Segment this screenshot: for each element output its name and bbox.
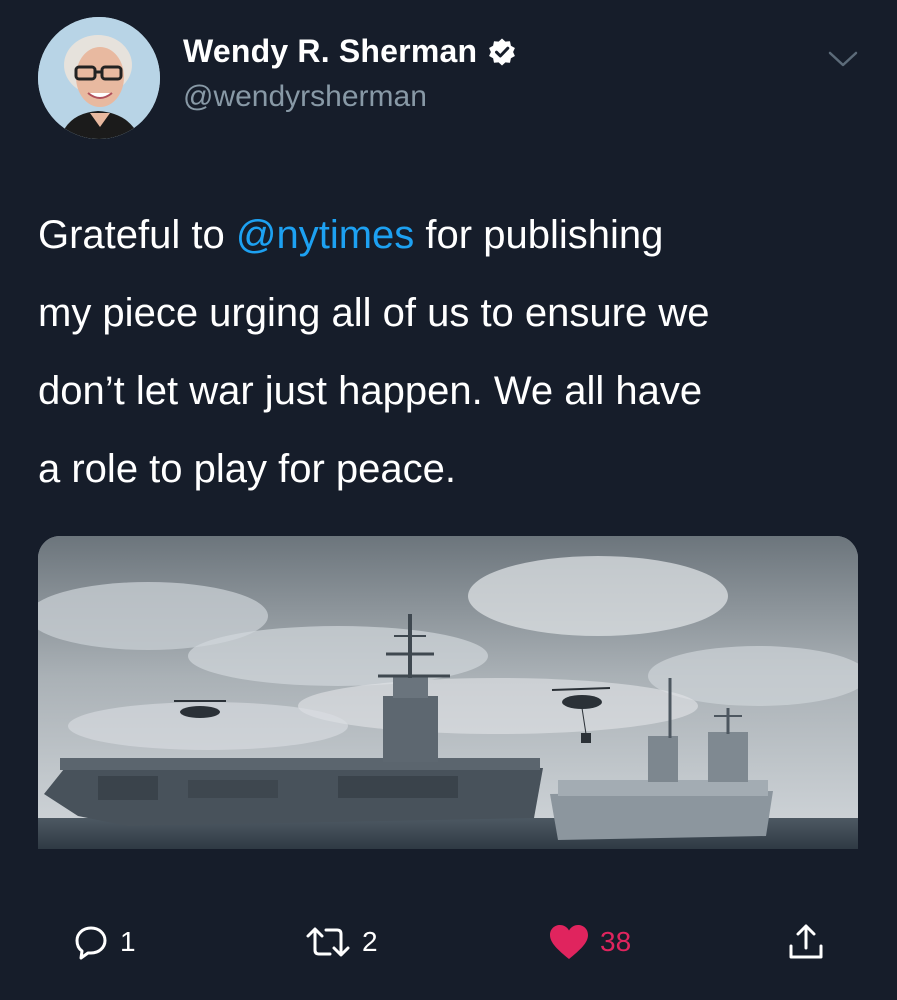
like-button[interactable]: 38: [548, 915, 631, 969]
tweet-actions-bar: 1 2 38: [0, 915, 897, 969]
reply-icon: [75, 926, 107, 960]
tweet-text: Grateful to @nytimes for publishing my p…: [38, 196, 858, 508]
chevron-down-icon[interactable]: [826, 46, 860, 72]
verified-badge-icon: [489, 38, 516, 65]
avatar[interactable]: [38, 17, 160, 139]
reply-button[interactable]: 1: [72, 915, 136, 969]
reply-count: 1: [120, 926, 136, 957]
share-button[interactable]: [786, 915, 826, 969]
author-display-name[interactable]: Wendy R. Sherman: [183, 33, 477, 70]
tweet-text-prefix: Grateful to: [38, 213, 236, 257]
heart-icon: [550, 925, 588, 959]
tweet-media-image[interactable]: [38, 536, 858, 849]
retweet-button[interactable]: 2: [304, 915, 378, 969]
like-count: 38: [600, 926, 632, 957]
share-icon: [789, 924, 823, 959]
author-handle[interactable]: @wendyrsherman: [183, 80, 427, 114]
retweet-icon: [306, 927, 350, 957]
aircraft-carrier-photo: [38, 536, 858, 849]
retweet-count: 2: [362, 926, 378, 957]
author-name-row[interactable]: Wendy R. Sherman: [183, 33, 517, 70]
avatar-image: [38, 17, 160, 139]
mention-link[interactable]: @nytimes: [236, 213, 414, 257]
